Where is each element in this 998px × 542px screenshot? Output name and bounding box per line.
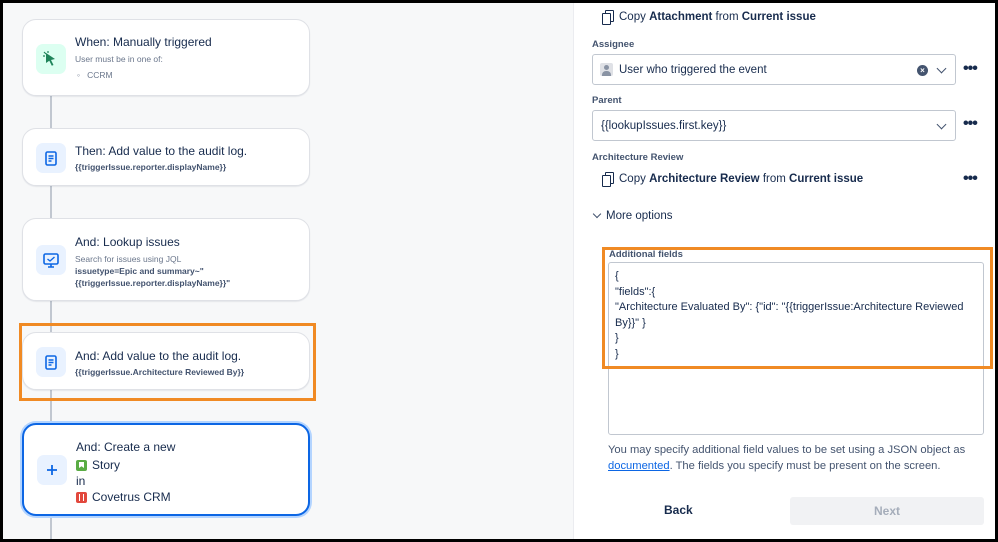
screenshot-border (0, 0, 998, 542)
